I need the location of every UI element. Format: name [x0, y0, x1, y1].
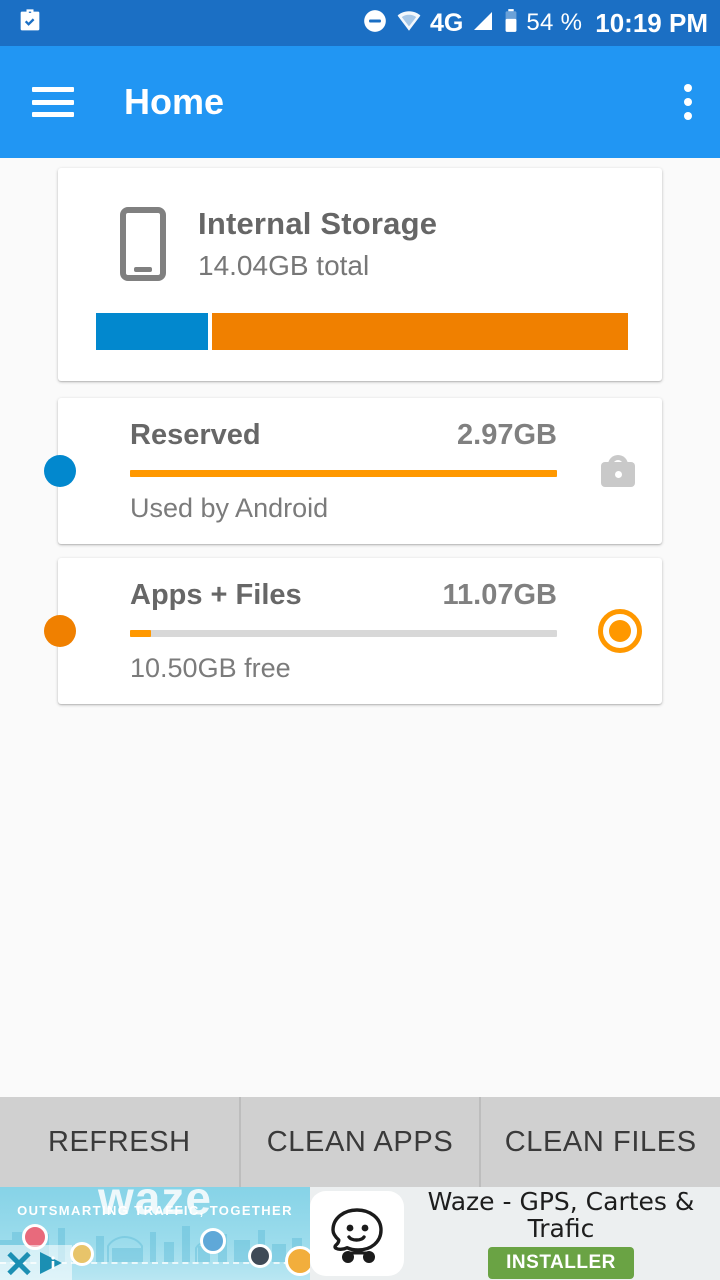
reserved-progress-fill: [130, 469, 557, 477]
smartphone-icon: [120, 207, 166, 281]
legend-dot-apps-files: [44, 615, 76, 647]
apps-files-subtitle: 10.50GB free: [130, 652, 291, 683]
internal-storage-title: Internal Storage: [198, 206, 438, 241]
briefcase-check-icon: [16, 7, 44, 40]
map-pin-blue: [200, 1228, 226, 1254]
ad-artwork: waze OUTSMARTING TRAFFIC, TOGETHER: [0, 1187, 310, 1280]
storage-segment-bar: [96, 313, 628, 350]
map-pin-warning: [285, 1246, 310, 1276]
overflow-menu-icon[interactable]: [678, 78, 698, 126]
apps-files-progress-bar: [130, 629, 557, 637]
reserved-title: Reserved: [130, 418, 261, 451]
internal-storage-text: Internal Storage 14.04GB total: [198, 206, 437, 282]
adchoices-icon[interactable]: [38, 1250, 64, 1276]
ad-banner[interactable]: waze OUTSMARTING TRAFFIC, TOGETHER Waze …: [0, 1187, 720, 1280]
main-content: Internal Storage 14.04GB total Reserved …: [0, 158, 720, 1097]
reserved-card[interactable]: Reserved 2.97GB Used by Android: [44, 398, 662, 544]
action-button-bar: REFRESH CLEAN APPS CLEAN FILES: [0, 1097, 720, 1187]
storage-segment-reserved: [96, 313, 208, 350]
clean-files-button[interactable]: CLEAN FILES: [479, 1097, 720, 1187]
ad-text-block: Waze - GPS, Cartes & Trafic INSTALLER: [410, 1187, 720, 1280]
clock: 10:19 PM: [595, 7, 708, 38]
app-bar: Home: [0, 46, 720, 158]
apps-files-progress-fill: [130, 629, 152, 637]
reserved-size: 2.97GB: [457, 418, 557, 451]
internal-storage-header: Internal Storage 14.04GB total: [58, 168, 662, 282]
apps-files-card[interactable]: Apps + Files 11.07GB 10.50GB free: [44, 558, 662, 704]
wifi-icon: [395, 8, 423, 39]
close-icon[interactable]: [6, 1250, 32, 1276]
lock-icon: [598, 455, 638, 487]
refresh-button[interactable]: REFRESH: [0, 1097, 239, 1187]
apps-files-body: Apps + Files 11.07GB 10.50GB free: [130, 558, 557, 704]
legend-dot-reserved: [44, 455, 76, 487]
do-not-disturb-icon: [362, 8, 388, 39]
page-title: Home: [124, 81, 225, 122]
internal-storage-card[interactable]: Internal Storage 14.04GB total: [58, 168, 662, 381]
internal-storage-total: 14.04GB total: [198, 250, 370, 281]
storage-segment-apps-files: [211, 313, 628, 350]
hamburger-menu-icon[interactable]: [32, 87, 74, 117]
reserved-body: Reserved 2.97GB Used by Android: [130, 398, 557, 544]
network-type-label: 4G: [430, 8, 464, 37]
apps-files-title: Apps + Files: [130, 578, 302, 611]
battery-icon: [503, 8, 519, 39]
apps-files-header: Apps + Files 11.07GB: [130, 579, 557, 612]
map-pin-dark: [248, 1244, 272, 1268]
apps-files-size: 11.07GB: [442, 578, 557, 611]
signal-bars-icon: [470, 9, 496, 38]
ad-title: Waze - GPS, Cartes & Trafic: [427, 1187, 695, 1243]
status-bar-right: 4G 54 % 10:19 PM: [362, 8, 708, 39]
reserved-progress-bar: [130, 469, 557, 477]
radio-selected-icon[interactable]: [598, 609, 642, 653]
battery-percentage: 54 %: [526, 9, 583, 36]
status-bar: 4G 54 % 10:19 PM: [0, 0, 720, 46]
reserved-subtitle: Used by Android: [130, 492, 329, 523]
ad-controls: [0, 1245, 72, 1280]
reserved-header: Reserved 2.97GB: [130, 419, 557, 452]
waze-ghost-icon: [310, 1191, 404, 1276]
status-bar-left: [16, 7, 362, 40]
clean-apps-button[interactable]: CLEAN APPS: [238, 1097, 480, 1187]
ad-install-button[interactable]: INSTALLER: [488, 1247, 634, 1279]
map-pin-yellow: [70, 1242, 94, 1266]
